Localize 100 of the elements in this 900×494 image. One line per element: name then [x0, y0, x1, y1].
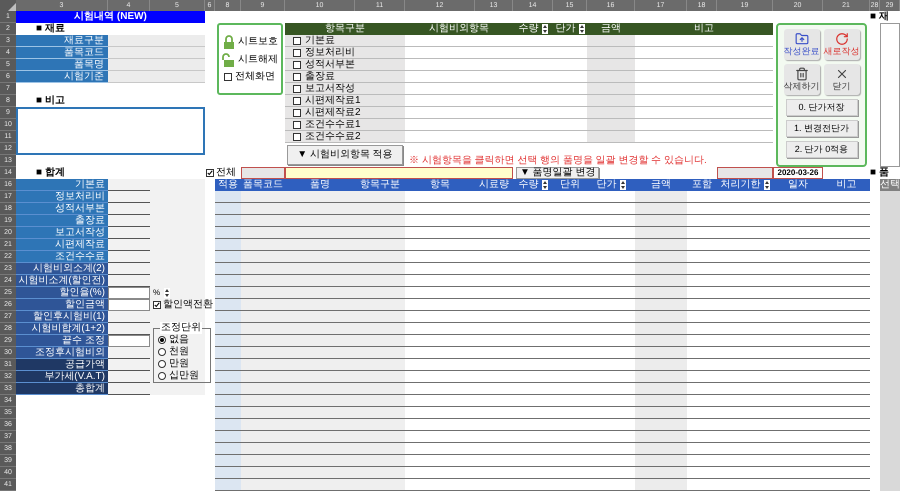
unprotect-sheet-button[interactable]: 시트해제 — [238, 54, 278, 66]
checkbox[interactable] — [293, 72, 301, 80]
select-all-corner-icon[interactable] — [8, 3, 16, 11]
checkbox[interactable] — [293, 36, 301, 44]
input-field[interactable] — [108, 71, 205, 83]
table-cell — [587, 95, 635, 107]
table-cell — [355, 323, 405, 335]
action-button[interactable]: 작성완료 — [784, 29, 820, 60]
table-cell — [355, 371, 405, 383]
hint-text: ※ 시험항목을 클릭하면 선택 행의 품명을 일괄 변경할 수 있습니다. — [408, 155, 708, 167]
table-cell — [355, 419, 405, 431]
total-label: 조정후시험비외 — [16, 347, 108, 359]
field-label: 재료구분 — [16, 35, 108, 47]
table-cell — [635, 215, 687, 227]
input-field[interactable] — [241, 167, 285, 179]
table-cell — [215, 419, 241, 431]
column-heading: 품목코드 — [241, 179, 285, 191]
input-field[interactable] — [108, 59, 205, 71]
column-heading: 시험비외항목 — [405, 23, 513, 35]
table-cell — [241, 275, 285, 287]
spinner-icon[interactable] — [542, 180, 548, 190]
action-button[interactable]: 닫기 — [824, 64, 860, 95]
spinner-icon[interactable] — [542, 24, 548, 34]
table-cell — [241, 191, 285, 203]
checkbox[interactable] — [293, 84, 301, 92]
table-cell — [241, 479, 285, 491]
column-heading: 금액 — [587, 23, 635, 35]
checkbox[interactable] — [293, 108, 301, 116]
trash-icon — [794, 67, 808, 81]
bulk-rename-button[interactable]: ▼ 품명일괄 변경 — [516, 167, 600, 179]
table-cell — [241, 227, 285, 239]
total-label: 기본료 — [16, 179, 108, 191]
section-heading: ■ 합계 — [35, 167, 66, 179]
table-cell — [355, 263, 405, 275]
remarks-field[interactable] — [16, 107, 205, 155]
checkbox[interactable] — [293, 60, 301, 68]
table-cell — [241, 443, 285, 455]
column-heading: 수량 — [513, 23, 553, 35]
table-cell — [635, 335, 687, 347]
table-cell — [241, 251, 285, 263]
table-cell — [355, 251, 405, 263]
table-cell — [241, 431, 285, 443]
table-cell — [355, 287, 405, 299]
checkbox[interactable] — [293, 96, 301, 104]
price-button[interactable]: 0. 단가저장 — [786, 99, 858, 116]
table-cell — [215, 239, 241, 251]
value-field[interactable] — [108, 335, 150, 347]
input-field[interactable] — [108, 35, 205, 47]
price-button[interactable]: 2. 단가 0적용 — [786, 141, 858, 158]
table-cell — [635, 347, 687, 359]
checkbox[interactable] — [224, 73, 232, 81]
section-heading: ■ 재 — [870, 11, 890, 23]
spinner-icon[interactable] — [764, 180, 770, 190]
column-heading: 시료량 — [475, 179, 513, 191]
input-field[interactable] — [717, 167, 773, 179]
input-field[interactable] — [108, 47, 205, 59]
table-cell — [241, 467, 285, 479]
checkbox[interactable] — [153, 301, 161, 309]
table-cell — [635, 191, 687, 203]
table-cell — [355, 347, 405, 359]
spinner-icon[interactable] — [578, 24, 584, 34]
column-heading: 처리기한 — [717, 179, 773, 191]
total-label: 성적서부본 — [16, 203, 108, 215]
value-field[interactable] — [108, 299, 150, 311]
item-label: 정보처리비 — [305, 46, 355, 58]
input-field[interactable] — [285, 167, 513, 179]
table-cell — [587, 59, 635, 71]
apply-items-button[interactable]: ▼ 시험비외항목 적용 — [287, 145, 403, 165]
spinner-icon[interactable] — [620, 180, 626, 190]
table-cell — [635, 371, 687, 383]
price-button[interactable]: 1. 변경전단가 — [786, 120, 858, 137]
checkbox[interactable] — [293, 48, 301, 56]
table-cell — [215, 455, 241, 467]
table-cell — [355, 275, 405, 287]
action-button[interactable]: 삭제하기 — [784, 64, 820, 95]
total-label: 할인후시험비(1) — [16, 311, 108, 323]
spinner-icon[interactable] — [164, 288, 170, 298]
table-cell — [635, 263, 687, 275]
table-cell — [635, 323, 687, 335]
date-field[interactable]: 2020-03-26 — [773, 167, 823, 179]
checkbox[interactable] — [206, 169, 214, 177]
column-heading: 수량 — [513, 179, 553, 191]
table-cell — [355, 455, 405, 467]
action-button[interactable]: 새로작성 — [824, 29, 860, 60]
table-cell — [355, 191, 405, 203]
table-cell — [241, 395, 285, 407]
section-heading: ■ 비고 — [35, 95, 66, 107]
value-field[interactable] — [108, 287, 150, 299]
checkbox[interactable] — [293, 120, 301, 128]
table-cell — [241, 455, 285, 467]
radio-label: 십만원 — [169, 370, 199, 382]
open-lock-icon — [222, 53, 236, 67]
checkbox[interactable] — [293, 132, 301, 140]
total-label: 시험비합계(1+2) — [16, 323, 108, 335]
table-cell — [241, 215, 285, 227]
table-cell — [587, 35, 635, 47]
total-label: 시편제작료 — [16, 239, 108, 251]
table-cell — [635, 311, 687, 323]
table-cell — [635, 455, 687, 467]
protect-sheet-button[interactable]: 시트보호 — [238, 36, 278, 48]
